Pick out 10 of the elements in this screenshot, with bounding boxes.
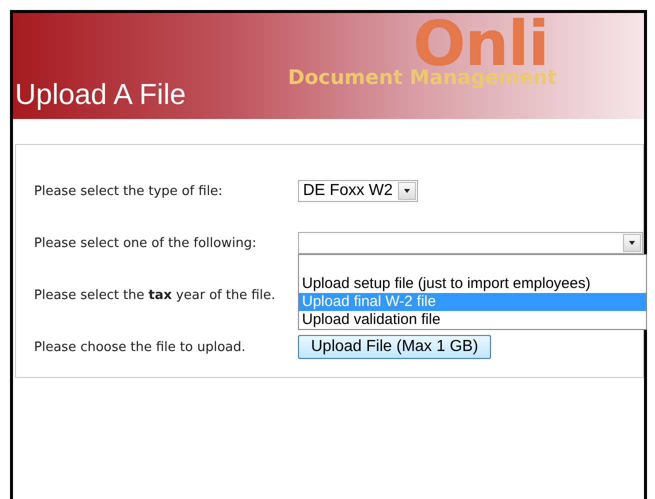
field-label: Please select one of the following: <box>34 236 258 250</box>
option-select[interactable] <box>298 232 643 254</box>
field-label: Please select the type of file: <box>34 184 224 198</box>
file-type-select[interactable]: DE Foxx W2 <box>298 180 418 202</box>
upload-button[interactable]: Upload File (Max 1 GB) <box>298 335 492 359</box>
caret-icon <box>398 182 416 200</box>
caret-icon <box>623 234 641 252</box>
field-label: Please choose the file to upload. <box>34 340 247 354</box>
field-label: Please select the tax year of the file. <box>34 288 276 302</box>
page-title: Upload A File <box>15 79 186 112</box>
